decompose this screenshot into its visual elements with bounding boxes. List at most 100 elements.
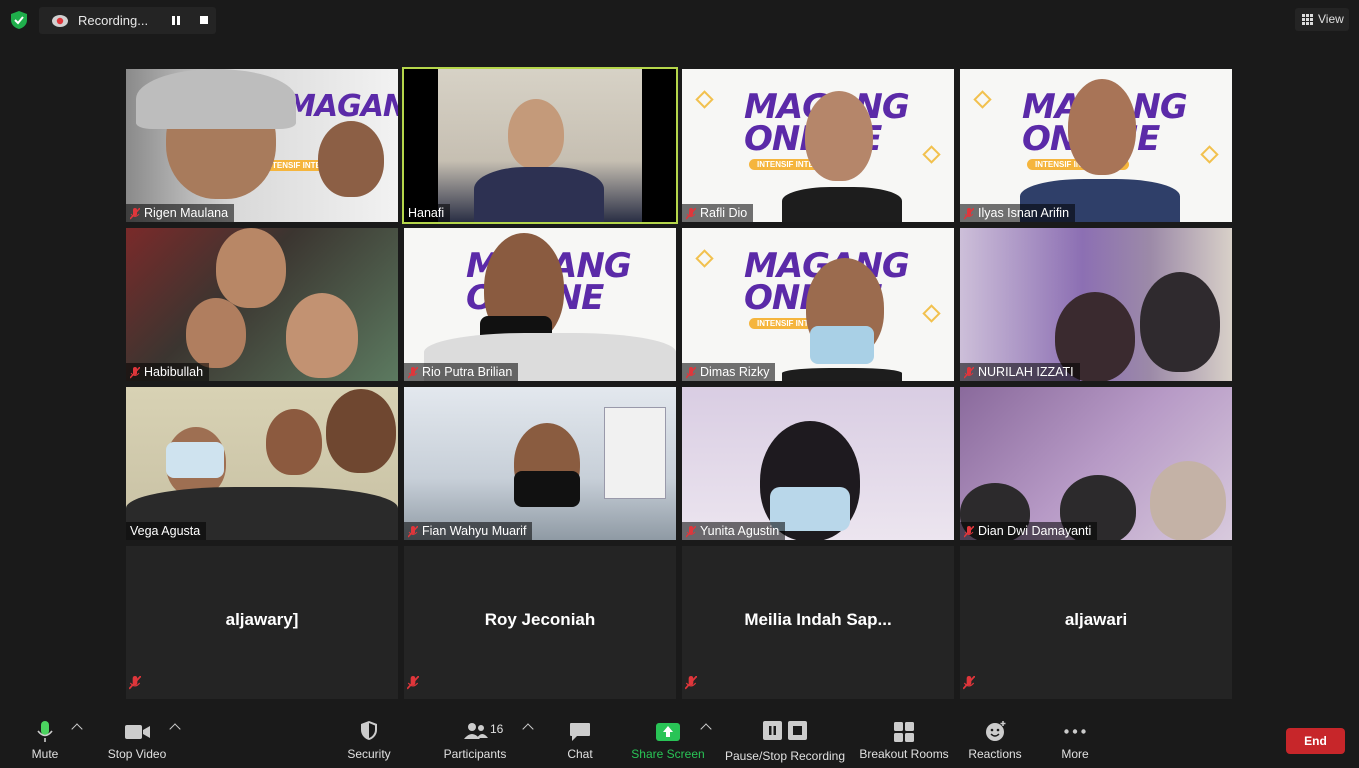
chat-label: Chat (567, 747, 593, 761)
audio-options-chevron-icon[interactable] (71, 723, 83, 735)
participant-name: aljawary] (225, 610, 299, 629)
security-button[interactable]: Security (344, 708, 394, 768)
muted-mic-icon (684, 675, 698, 695)
participant-name: Ilyas Isnan Arifin (978, 206, 1070, 220)
end-meeting-button[interactable]: End (1286, 728, 1345, 754)
video-tile[interactable]: Habibullah (126, 228, 398, 381)
video-off-tile[interactable]: Roy Jeconiah (404, 546, 676, 699)
video-off-tile[interactable]: aljawari (960, 546, 1232, 699)
video-tile[interactable]: MAGANG ONLINE INTENSIF INTERAKTIF Dimas … (682, 228, 954, 381)
stop-recording-icon[interactable] (200, 16, 208, 24)
participant-name: Rigen Maulana (144, 206, 229, 220)
participant-name: Yunita Agustin (700, 524, 780, 538)
recording-label: Recording... (78, 13, 149, 28)
participant-nameplate: Hanafi (404, 204, 451, 222)
mute-button[interactable]: Mute (22, 708, 68, 768)
grid-view-icon (1302, 14, 1313, 25)
breakout-rooms-icon (894, 722, 914, 742)
breakout-rooms-label: Breakout Rooms (859, 747, 949, 761)
shield-icon (361, 721, 377, 740)
participants-icon (464, 723, 488, 739)
participant-nameplate: Habibullah (126, 363, 210, 381)
video-tile-active-speaker[interactable]: Hanafi (402, 67, 678, 224)
participant-nameplate: Rio Putra Brilian (404, 363, 519, 381)
participant-name: NURILAH IZZATI (978, 365, 1074, 379)
recording-indicator[interactable]: Recording... (39, 7, 216, 34)
cloud-recording-icon (52, 15, 68, 27)
smiley-reaction-icon (986, 721, 1006, 741)
participant-name: Rafli Dio (700, 206, 748, 220)
participant-nameplate: NURILAH IZZATI (960, 363, 1080, 381)
mute-label: Mute (31, 747, 59, 761)
more-label: More (1061, 747, 1089, 761)
more-dots-icon (1064, 729, 1086, 734)
video-tile[interactable]: Yunita Agustin (682, 387, 954, 540)
muted-mic-icon (963, 207, 975, 220)
participant-nameplate: Vega Agusta (126, 522, 207, 540)
view-button[interactable]: View (1295, 8, 1349, 31)
reactions-label: Reactions (968, 747, 1022, 761)
participant-nameplate: Fian Wahyu Muarif (404, 522, 533, 540)
pause-recording-icon[interactable] (170, 15, 182, 26)
participant-nameplate: Dimas Rizky (682, 363, 776, 381)
participant-name: Rio Putra Brilian (422, 365, 513, 379)
video-tile[interactable]: MAGANG ONLINE INTENSIF INTERAKTIF Rafli … (682, 69, 954, 222)
meeting-toolbar: Mute Stop Video Security 16 Participants… (0, 708, 1359, 768)
video-options-chevron-icon[interactable] (169, 723, 181, 735)
participant-nameplate: Dian Dwi Damayanti (960, 522, 1098, 540)
share-screen-button[interactable]: Share Screen (630, 708, 706, 768)
participant-video (805, 91, 873, 181)
magang-logo-text: MAGANG (286, 89, 398, 124)
video-camera-icon (125, 725, 150, 739)
muted-mic-icon (407, 525, 419, 538)
muted-mic-icon (407, 366, 419, 379)
participant-video (216, 228, 286, 308)
participants-count: 16 (490, 722, 504, 736)
video-tile[interactable]: MAGANG INTENSIF INTERAKTIF Rigen Maulana (126, 69, 398, 222)
participant-nameplate: Ilyas Isnan Arifin (960, 204, 1076, 222)
participant-name: aljawari (1064, 610, 1128, 629)
video-tile[interactable]: MAGANG ONLINE INTENSIF INTERAKTIF Ilyas … (960, 69, 1232, 222)
participant-video (508, 99, 564, 169)
video-tile[interactable]: NURILAH IZZATI (960, 228, 1232, 381)
participants-chevron-icon[interactable] (522, 723, 534, 735)
muted-mic-icon (406, 675, 420, 695)
video-off-tile[interactable]: aljawary] (126, 546, 398, 699)
muted-mic-icon (128, 675, 142, 695)
share-screen-icon (656, 723, 680, 741)
stop-video-button[interactable]: Stop Video (104, 708, 170, 768)
pause-stop-recording-label: Pause/Stop Recording (724, 749, 846, 763)
participant-name: Dian Dwi Damayanti (978, 524, 1092, 538)
participant-name: Fian Wahyu Muarif (422, 524, 527, 538)
chat-button[interactable]: Chat (560, 708, 600, 768)
participant-name: Meilia Indah Sap... (744, 610, 892, 629)
pause-stop-recording-icon (763, 721, 807, 740)
microphone-icon (37, 721, 53, 742)
video-off-tile[interactable]: Meilia Indah Sap... (682, 546, 954, 699)
reactions-button[interactable]: Reactions (966, 708, 1024, 768)
muted-mic-icon (685, 366, 697, 379)
video-tile[interactable]: MAGANG ONLINE Rio Putra Brilian (404, 228, 676, 381)
participant-name: Hanafi (408, 206, 445, 220)
participant-video (1068, 79, 1136, 175)
muted-mic-icon (963, 525, 975, 538)
video-tile[interactable]: Dian Dwi Damayanti (960, 387, 1232, 540)
muted-mic-icon (129, 366, 141, 379)
participant-nameplate: Yunita Agustin (682, 522, 786, 540)
participant-name: Dimas Rizky (700, 365, 770, 379)
chat-bubble-icon (570, 723, 590, 741)
breakout-rooms-button[interactable]: Breakout Rooms (858, 708, 950, 768)
video-tile[interactable]: Vega Agusta (126, 387, 398, 540)
participants-button[interactable]: 16 Participants (440, 708, 510, 768)
muted-mic-icon (129, 207, 141, 220)
video-tile[interactable]: Fian Wahyu Muarif (404, 387, 676, 540)
pause-stop-recording-button[interactable]: Pause/Stop Recording (724, 708, 846, 768)
participant-name: Roy Jeconiah (484, 610, 596, 629)
security-shield-icon[interactable] (9, 10, 29, 30)
more-button[interactable]: More (1055, 708, 1095, 768)
view-label: View (1318, 12, 1344, 26)
participant-name: Habibullah (144, 365, 204, 379)
security-label: Security (347, 747, 391, 761)
participants-label: Participants (443, 747, 507, 761)
participant-nameplate: Rigen Maulana (126, 204, 235, 222)
